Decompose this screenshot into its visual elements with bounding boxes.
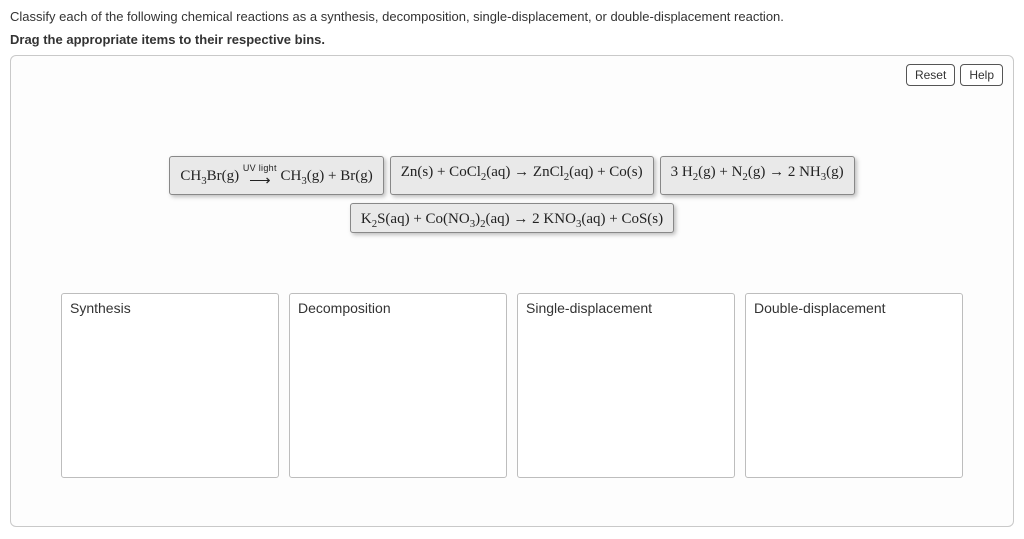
txt: CH: [180, 168, 201, 184]
txt: (aq) → 2 KNO: [486, 211, 576, 227]
txt: (aq) + CoS(s): [581, 211, 663, 227]
bin-decomposition[interactable]: Decomposition: [289, 293, 507, 478]
pool-row-2: K2S(aq) + Co(NO3)2(aq) → 2 KNO3(aq) + Co…: [350, 203, 674, 233]
top-buttons: Reset Help: [906, 64, 1003, 86]
question-text: Classify each of the following chemical …: [10, 8, 1014, 26]
reaction-text: K2S(aq) + Co(NO3)2(aq) → 2 KNO3(aq) + Co…: [361, 211, 663, 227]
txt: K: [361, 211, 372, 227]
txt: (aq) + Co(s): [569, 164, 642, 180]
bin-double-displacement[interactable]: Double-displacement: [745, 293, 963, 478]
uv-arrow: UV light ⟶: [243, 163, 277, 190]
txt: (g) + Br(g): [307, 168, 373, 184]
drag-item-pool: CH3Br(g) UV light ⟶ CH3(g) + Br(g) Zn(s)…: [23, 156, 1001, 233]
txt: Zn(s) + CoCl: [401, 164, 481, 180]
txt: (g) → 2 NH: [748, 164, 821, 180]
txt: CH: [281, 168, 302, 184]
bin-single-displacement[interactable]: Single-displacement: [517, 293, 735, 478]
arrow-icon: ⟶: [247, 172, 273, 190]
bins-row: Synthesis Decomposition Single-displacem…: [23, 293, 1001, 478]
instruction-text: Drag the appropriate items to their resp…: [10, 32, 1014, 47]
bin-synthesis[interactable]: Synthesis: [61, 293, 279, 478]
bin-title: Synthesis: [70, 300, 270, 316]
bin-title: Double-displacement: [754, 300, 954, 316]
bin-title: Single-displacement: [526, 300, 726, 316]
txt: (g) + N: [698, 164, 742, 180]
reaction-text: CH3Br(g) UV light ⟶ CH3(g) + Br(g): [180, 168, 372, 184]
drag-item-h2-n2[interactable]: 3 H2(g) + N2(g) → 2 NH3(g): [660, 156, 855, 195]
txt: (g): [826, 164, 844, 180]
txt: Br(g): [207, 168, 240, 184]
drag-item-k2s-conO3[interactable]: K2S(aq) + Co(NO3)2(aq) → 2 KNO3(aq) + Co…: [350, 203, 674, 233]
bin-title: Decomposition: [298, 300, 498, 316]
txt: (aq) → ZnCl: [486, 164, 563, 180]
reaction-text: 3 H2(g) + N2(g) → 2 NH3(g): [671, 164, 844, 180]
txt: S(aq) + Co(NO: [377, 211, 470, 227]
help-button[interactable]: Help: [960, 64, 1003, 86]
drag-item-ch3br[interactable]: CH3Br(g) UV light ⟶ CH3(g) + Br(g): [169, 156, 383, 195]
reset-button[interactable]: Reset: [906, 64, 955, 86]
pool-row-1: CH3Br(g) UV light ⟶ CH3(g) + Br(g) Zn(s)…: [169, 156, 854, 195]
txt: 3 H: [671, 164, 693, 180]
activity-panel: Reset Help CH3Br(g) UV light ⟶ CH3(g) + …: [10, 55, 1014, 527]
drag-item-zn-cocl2[interactable]: Zn(s) + CoCl2(aq) → ZnCl2(aq) + Co(s): [390, 156, 654, 195]
reaction-text: Zn(s) + CoCl2(aq) → ZnCl2(aq) + Co(s): [401, 164, 643, 180]
